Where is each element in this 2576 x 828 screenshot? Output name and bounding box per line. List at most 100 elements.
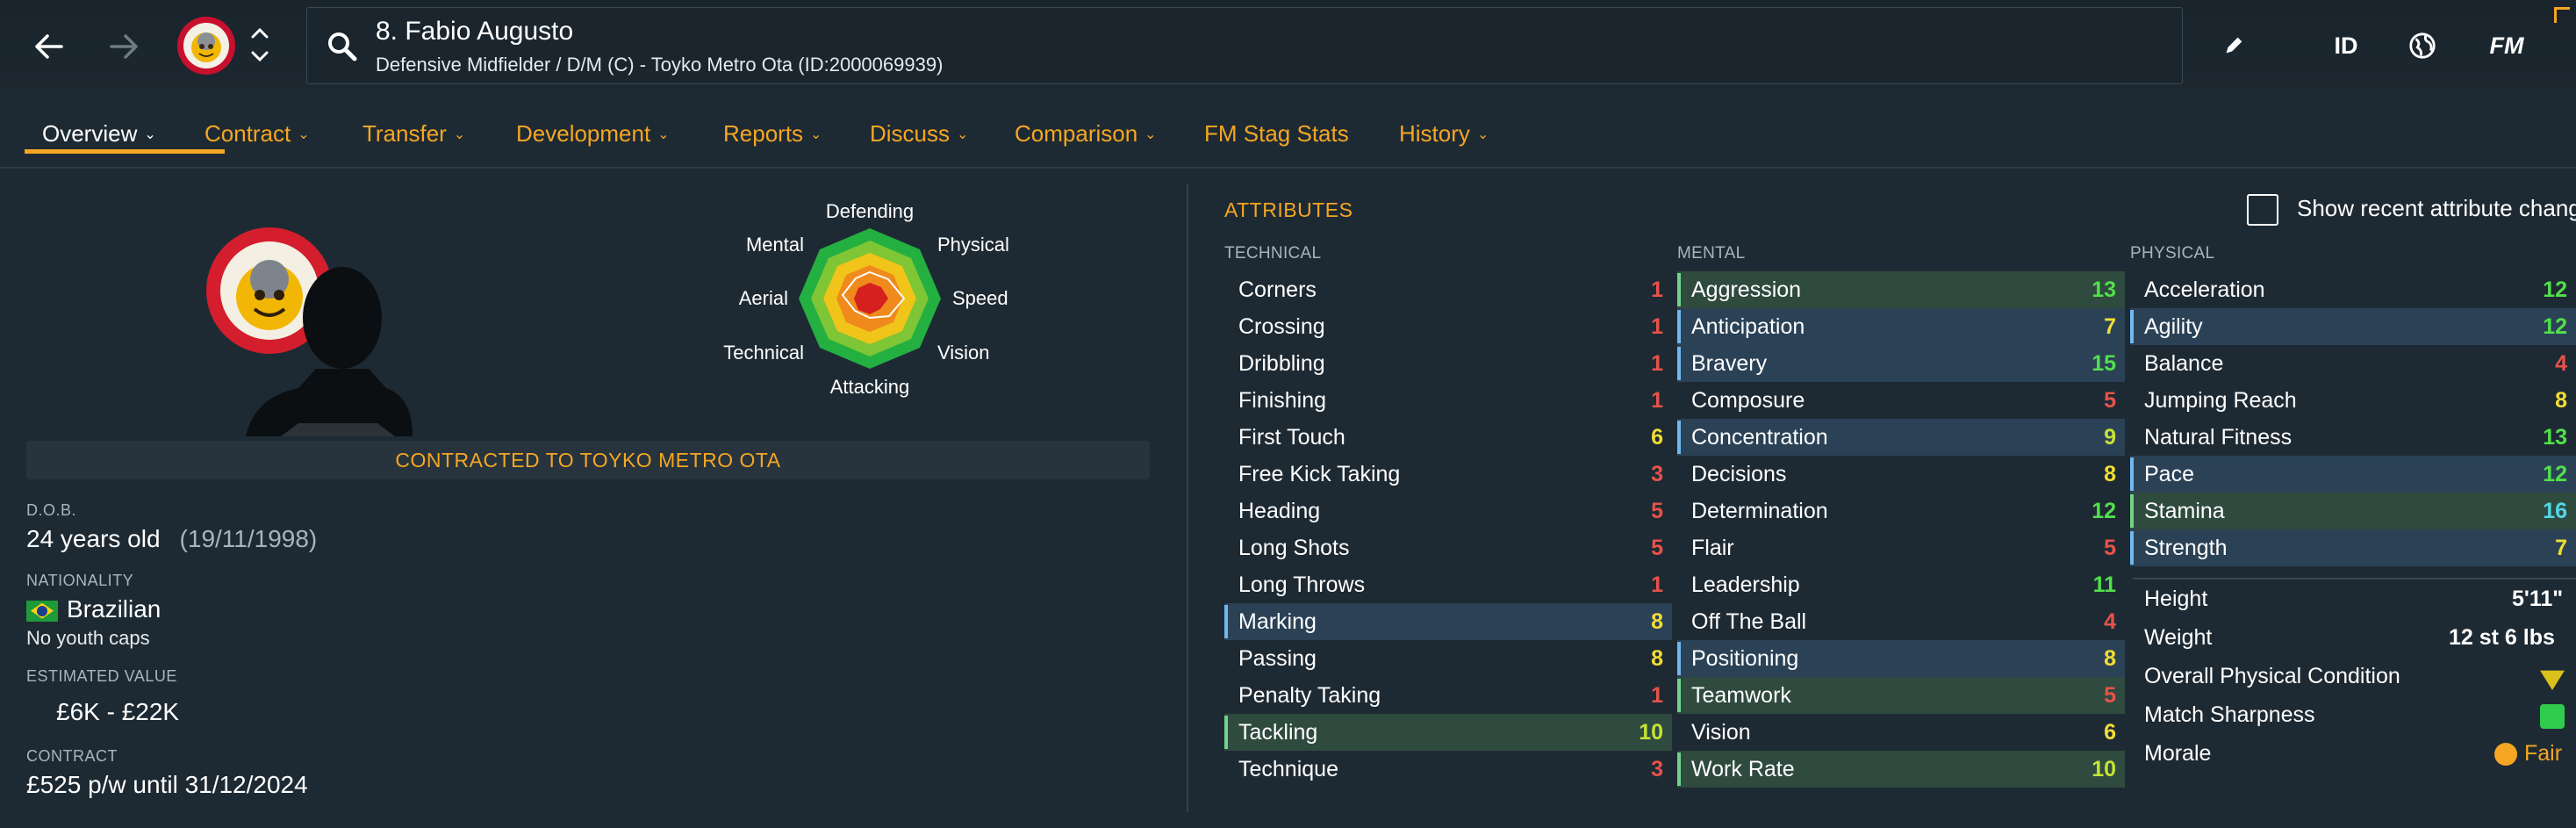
attribute-row[interactable]: Composure 5	[1677, 382, 2125, 419]
attribute-row[interactable]: Strength 7	[2130, 529, 2576, 566]
back-button[interactable]	[22, 19, 76, 74]
attribute-value: 13	[2543, 424, 2567, 450]
recent-changes-label[interactable]: Show recent attribute changes	[2297, 195, 2576, 222]
attribute-value: 1	[1651, 313, 1663, 339]
globe-button[interactable]	[2396, 19, 2449, 72]
attribute-name: Corners	[1238, 277, 1317, 302]
attribute-row[interactable]: Determination 12	[1677, 493, 2125, 529]
tab-overview[interactable]: Overview ⌄	[42, 114, 156, 153]
attribute-value: 8	[2104, 461, 2116, 486]
attribute-row[interactable]: Technique 3	[1224, 751, 1672, 788]
youth-caps: No youth caps	[26, 627, 150, 649]
attribute-row[interactable]: Work Rate 10	[1677, 751, 2125, 788]
attribute-row[interactable]: Free Kick Taking 3	[1224, 456, 1672, 493]
player-silhouette	[246, 256, 413, 436]
tab-development[interactable]: Development ⌄	[516, 114, 670, 153]
tab-comparison[interactable]: Comparison ⌄	[1015, 114, 1157, 153]
attribute-row[interactable]: Decisions 8	[1677, 456, 2125, 493]
attribute-row[interactable]: First Touch 6	[1224, 419, 1672, 456]
attribute-value: 5	[1651, 498, 1663, 523]
tab-fm-stag-stats[interactable]: FM Stag Stats	[1204, 114, 1349, 153]
attribute-row[interactable]: Jumping Reach 8	[2130, 382, 2576, 419]
attribute-row[interactable]: Long Throws 1	[1224, 566, 1672, 603]
recent-changes-checkbox[interactable]	[2247, 194, 2278, 226]
attribute-row[interactable]: Crossing 1	[1224, 308, 1672, 345]
attribute-value: 5	[1651, 535, 1663, 560]
attribute-name: Acceleration	[2144, 277, 2265, 302]
attribute-value: 1	[1651, 387, 1663, 413]
attribute-row[interactable]: Vision 6	[1677, 714, 2125, 751]
radar-label-vision: Vision	[937, 342, 990, 364]
dob-label: D.O.B.	[26, 501, 77, 519]
attribute-row[interactable]: Marking 8	[1224, 603, 1672, 640]
search-icon	[328, 32, 357, 61]
attribute-row[interactable]: Dribbling 1	[1224, 345, 1672, 382]
attribute-row[interactable]: Anticipation 7	[1677, 308, 2125, 345]
estimated-value: £6K - £22K	[56, 698, 180, 725]
contract-label: CONTRACT	[26, 747, 118, 765]
attribute-row[interactable]: Pace 12	[2130, 456, 2576, 493]
attribute-row[interactable]: Off The Ball 4	[1677, 603, 2125, 640]
highlight-bar	[1224, 310, 1228, 343]
attribute-name: Technique	[1238, 756, 1338, 781]
attribute-row[interactable]: Penalty Taking 1	[1224, 677, 1672, 714]
attribute-row[interactable]: Long Shots 5	[1224, 529, 1672, 566]
attribute-row[interactable]: Stamina 16	[2130, 493, 2576, 529]
attribute-row[interactable]: Leadership 11	[1677, 566, 2125, 603]
attribute-value: 1	[1651, 682, 1663, 708]
attribute-value: 7	[2555, 535, 2567, 560]
attribute-row[interactable]: Passing 8	[1224, 640, 1672, 677]
attribute-row[interactable]: Teamwork 5	[1677, 677, 2125, 714]
id-button[interactable]: ID	[2315, 19, 2377, 72]
highlight-bar	[1677, 679, 1681, 712]
highlight-bar	[1677, 457, 1681, 491]
highlight-bar	[1677, 421, 1681, 454]
tab-contract[interactable]: Contract ⌄	[205, 114, 310, 153]
attribute-value: 6	[1651, 424, 1663, 450]
attribute-row[interactable]: Heading 5	[1224, 493, 1672, 529]
chevron-down-icon: ⌄	[144, 127, 156, 142]
tab-label: Contract	[205, 119, 291, 147]
club-badge-icon[interactable]	[176, 15, 237, 76]
highlight-bar	[1677, 568, 1681, 601]
highlight-bar	[1224, 752, 1228, 786]
height-label: Height	[2144, 587, 2208, 611]
tab-reports[interactable]: Reports ⌄	[723, 114, 822, 153]
attribute-name: Off The Ball	[1691, 608, 1807, 634]
tab-label: History	[1399, 119, 1470, 147]
attribute-row[interactable]: Finishing 1	[1224, 382, 1672, 419]
attribute-value: 13	[2092, 277, 2116, 302]
morale-text: Fair	[2524, 741, 2563, 766]
attribute-row[interactable]: Acceleration 12	[2130, 271, 2576, 308]
chevron-down-icon: ⌄	[298, 127, 310, 142]
club-switch-button[interactable]	[244, 19, 276, 70]
attribute-row[interactable]: Agility 12	[2130, 308, 2576, 345]
forward-button[interactable]	[97, 19, 151, 74]
player-search-box[interactable]: 8. Fabio Augusto Defensive Midfielder / …	[306, 7, 2183, 84]
attribute-value: 15	[2092, 350, 2116, 376]
edit-button[interactable]	[2212, 19, 2256, 72]
tab-history[interactable]: History ⌄	[1399, 114, 1489, 153]
attribute-row[interactable]: Concentration 9	[1677, 419, 2125, 456]
sharpness-label: Match Sharpness	[2144, 702, 2315, 727]
attribute-row[interactable]: Balance 4	[2130, 345, 2576, 382]
attribute-row[interactable]: Positioning 8	[1677, 640, 2125, 677]
highlight-bar	[1677, 531, 1681, 565]
attribute-row[interactable]: Aggression 13	[1677, 271, 2125, 308]
tab-discuss[interactable]: Discuss ⌄	[870, 114, 968, 153]
tab-transfer[interactable]: Transfer ⌄	[362, 114, 465, 153]
attribute-row[interactable]: Tackling 10	[1224, 714, 1672, 751]
attribute-row[interactable]: Natural Fitness 13	[2130, 419, 2576, 456]
attribute-name: Pace	[2144, 461, 2194, 486]
highlight-bar	[1677, 605, 1681, 638]
attribute-row[interactable]: Corners 1	[1224, 271, 1672, 308]
attribute-name: Dribbling	[1238, 350, 1325, 376]
dob-value: 24 years old (19/11/1998)	[26, 525, 317, 553]
attribute-name: Composure	[1691, 387, 1805, 413]
nationality-value[interactable]: Brazilian	[26, 595, 161, 623]
attribute-row[interactable]: Flair 5	[1677, 529, 2125, 566]
highlight-bar	[2130, 310, 2134, 343]
fm-logo-button[interactable]: FM	[2475, 19, 2538, 72]
active-tab-indicator	[25, 149, 225, 154]
attribute-row[interactable]: Bravery 15	[1677, 345, 2125, 382]
